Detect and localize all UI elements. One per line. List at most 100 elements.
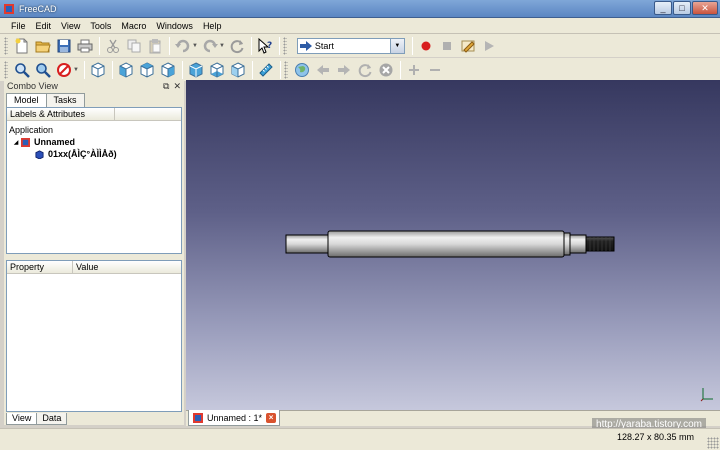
copy-icon[interactable]	[124, 36, 144, 56]
view-toolbar: ▼	[0, 58, 720, 82]
shaft-main-body[interactable]	[327, 230, 565, 258]
toolbar-separator	[250, 36, 252, 55]
toolbar-separator	[169, 36, 170, 55]
undo-icon[interactable]	[173, 36, 193, 56]
forward-arrow-icon[interactable]	[334, 60, 354, 80]
svg-text:?: ?	[267, 41, 272, 51]
redo-icon[interactable]	[200, 36, 220, 56]
print-icon[interactable]	[75, 36, 95, 56]
value-column-header[interactable]: Value	[73, 261, 181, 274]
toolbar-separator	[411, 36, 413, 55]
start-arrow-icon	[299, 40, 312, 51]
close-tab-icon[interactable]: ×	[266, 412, 277, 423]
tree-item-object[interactable]: 01xx(ÅÌÇ°ÀÌÌÅð)	[7, 148, 181, 160]
menu-windows[interactable]: Windows	[151, 18, 198, 34]
menu-edit[interactable]: Edit	[31, 18, 57, 34]
combo-tabs: Model Tasks	[4, 93, 184, 107]
axis-cross-icon	[700, 388, 713, 402]
toolbar-separator	[251, 60, 253, 79]
resize-grip[interactable]	[707, 437, 719, 449]
window-title: FreeCAD	[19, 3, 57, 14]
document-tab[interactable]: Unnamed : 1* ×	[188, 410, 280, 426]
workbench-selected-value: Start	[314, 40, 334, 51]
refresh-icon[interactable]	[227, 36, 247, 56]
minimize-button[interactable]: _	[654, 1, 672, 15]
paste-icon[interactable]	[145, 36, 165, 56]
menu-tools[interactable]: Tools	[85, 18, 116, 34]
document-icon	[21, 137, 30, 147]
property-view: Property Value	[6, 260, 182, 412]
menu-view[interactable]: View	[56, 18, 85, 34]
stop-icon[interactable]	[376, 60, 396, 80]
save-icon[interactable]	[54, 36, 74, 56]
web-globe-icon[interactable]	[292, 60, 312, 80]
toolbar-separator	[111, 60, 113, 79]
shaft-left-end[interactable]	[285, 234, 329, 254]
zoom-fit-icon[interactable]	[12, 60, 32, 80]
back-arrow-icon[interactable]	[313, 60, 333, 80]
new-document-icon[interactable]	[12, 36, 32, 56]
collapse-arrow-icon[interactable]: ◢	[11, 139, 21, 146]
menu-file[interactable]: File	[6, 18, 31, 34]
zoom-selection-icon[interactable]	[33, 60, 53, 80]
measure-distance-icon[interactable]	[256, 60, 276, 80]
document-tab-icon	[193, 412, 203, 423]
tab-data[interactable]: Data	[36, 413, 68, 425]
shaft-bearing-seat[interactable]	[569, 234, 587, 254]
menu-help[interactable]: Help	[198, 18, 227, 34]
cut-icon[interactable]	[103, 36, 123, 56]
combo-view-title: Combo View	[7, 81, 58, 91]
view-bottom-icon[interactable]	[207, 60, 227, 80]
tree-item-document[interactable]: ◢ Unnamed	[7, 136, 181, 148]
property-column-header[interactable]: Property	[7, 260, 73, 274]
view-right-icon[interactable]	[158, 60, 178, 80]
toolbar-grip[interactable]	[282, 36, 287, 55]
toolbar-separator	[99, 36, 100, 55]
menu-macro[interactable]: Macro	[116, 18, 151, 34]
float-panel-icon[interactable]: ⧉	[163, 81, 169, 92]
close-button[interactable]: ✕	[692, 1, 718, 15]
record-macro-icon[interactable]	[416, 36, 436, 56]
toolbar-separator	[399, 60, 401, 79]
3d-viewport[interactable]	[186, 80, 720, 410]
maximize-button[interactable]: □	[673, 1, 691, 15]
edit-macro-icon[interactable]	[458, 36, 478, 56]
stop-macro-icon[interactable]	[437, 36, 457, 56]
shaft-model[interactable]	[186, 80, 720, 410]
zoom-in-icon[interactable]	[404, 60, 424, 80]
view-rear-icon[interactable]	[186, 60, 206, 80]
toolbar-separator	[278, 36, 280, 55]
tree-document-label: Unnamed	[34, 137, 76, 147]
tree-column-header[interactable]: Labels & Attributes	[7, 107, 115, 121]
shaft-shoulder[interactable]	[563, 232, 571, 256]
draw-style-icon[interactable]	[54, 60, 74, 80]
workbench-selector[interactable]: Start ▼	[296, 37, 405, 54]
toolbar-separator	[279, 60, 281, 79]
view-top-icon[interactable]	[137, 60, 157, 80]
tab-tasks[interactable]: Tasks	[45, 93, 85, 107]
model-tree: Labels & Attributes Application ◢ Unname…	[6, 107, 182, 254]
zoom-out-icon[interactable]	[425, 60, 445, 80]
toolbar-grip[interactable]	[283, 60, 288, 79]
chevron-down-icon[interactable]: ▼	[389, 38, 404, 53]
tree-item-application[interactable]: Application	[7, 124, 181, 136]
toolbar-separator	[83, 60, 85, 79]
open-folder-icon[interactable]	[33, 36, 53, 56]
status-bar: 128.27 x 80.35 mm	[0, 428, 720, 450]
close-panel-icon[interactable]: ✕	[173, 81, 181, 92]
view-left-icon[interactable]	[228, 60, 248, 80]
whats-this-icon[interactable]: ?	[255, 36, 275, 56]
reload-icon[interactable]	[355, 60, 375, 80]
tree-application-label: Application	[9, 125, 54, 135]
tab-model[interactable]: Model	[6, 93, 47, 107]
view-axonometric-icon[interactable]	[88, 60, 108, 80]
document-tab-label: Unnamed : 1*	[207, 412, 263, 423]
toolbar-grip[interactable]	[4, 36, 8, 55]
panel-splitter[interactable]	[4, 255, 184, 259]
combo-view-panel: Combo View ⧉ ✕ Model Tasks Labels & Attr…	[4, 80, 184, 425]
view-front-icon[interactable]	[116, 60, 136, 80]
property-header: Property Value	[7, 260, 181, 274]
tab-view[interactable]: View	[6, 413, 38, 425]
toolbar-grip[interactable]	[4, 60, 8, 79]
run-macro-icon[interactable]	[479, 36, 499, 56]
